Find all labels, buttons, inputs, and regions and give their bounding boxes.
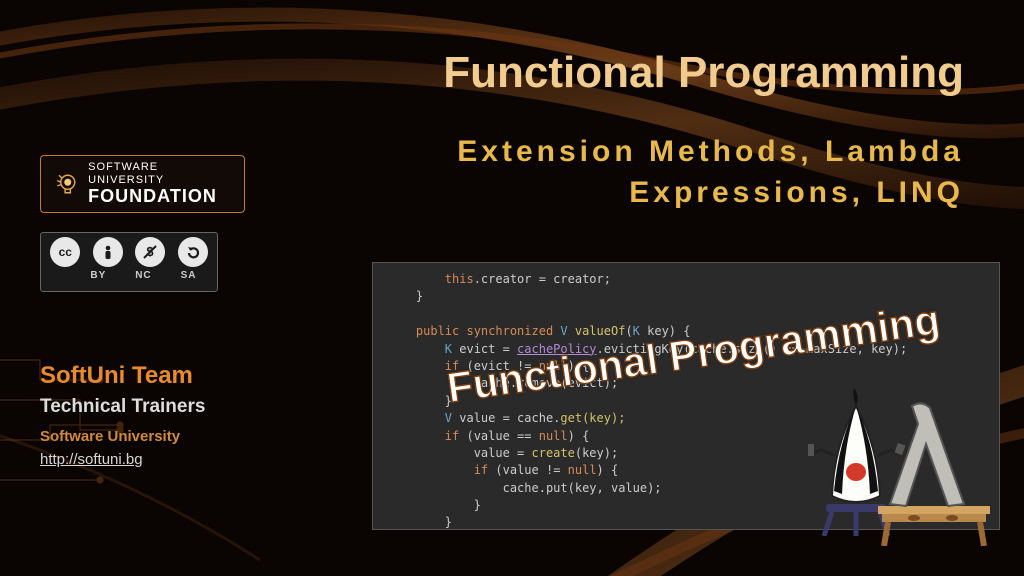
cc-license-badge: cc $ BYNCSA [40,232,218,292]
lightbulb-icon [51,169,80,199]
nc-icon: $ [135,237,165,267]
foundation-line1: SOFTWARE UNIVERSITY [88,161,234,186]
sa-icon [178,237,208,267]
by-icon [93,237,123,267]
team-block: SoftUni Team Technical Trainers Software… [40,362,205,469]
slide-title: Functional Programming [370,48,964,98]
team-org: Software University [40,428,205,445]
foundation-badge: SOFTWARE UNIVERSITY FOUNDATION [40,155,245,213]
team-link[interactable]: http://softuni.bg [40,451,143,468]
team-role: Technical Trainers [40,396,205,418]
foundation-text: SOFTWARE UNIVERSITY FOUNDATION [88,161,234,207]
cc-icon: cc [50,237,80,267]
lambda-statue [874,386,994,546]
team-name: SoftUni Team [40,362,205,390]
foundation-line2: FOUNDATION [88,186,234,207]
cc-labels: BYNCSA [47,270,211,281]
slide-subtitle: Extension Methods, Lambda Expressions, L… [370,132,964,213]
